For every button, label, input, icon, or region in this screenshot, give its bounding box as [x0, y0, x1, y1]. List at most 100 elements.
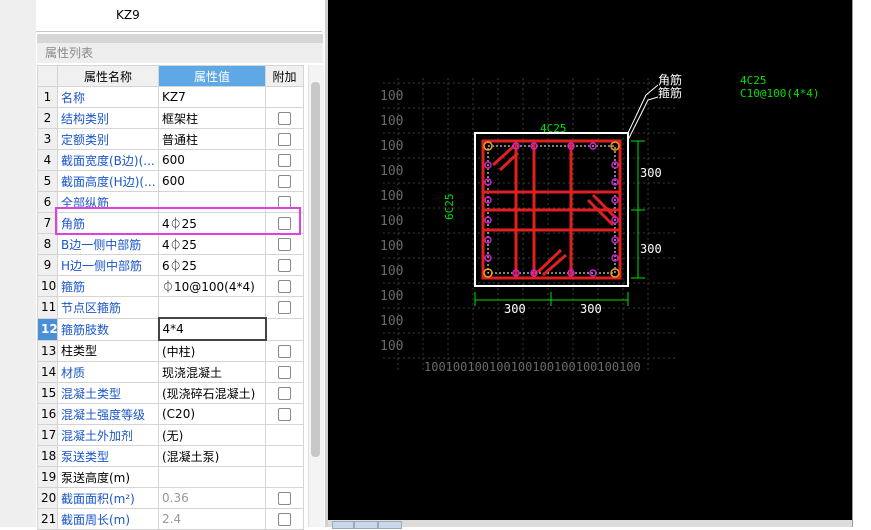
extra-cell[interactable]: [265, 233, 304, 255]
grid-label: 100: [380, 189, 403, 204]
property-value[interactable]: ⏀10@100(4*4): [158, 275, 266, 297]
table-row[interactable]: 4 截面宽度(B边)(... 600: [37, 149, 304, 171]
property-name: 箍筋: [57, 275, 159, 297]
property-value[interactable]: (混凝土泵): [158, 445, 266, 467]
extra-cell[interactable]: [265, 107, 304, 129]
table-row[interactable]: 14 材质 现浇混凝土: [37, 361, 304, 383]
extra-checkbox[interactable]: [278, 492, 291, 505]
row-number: 14: [37, 361, 58, 383]
property-name: H边一侧中部筋: [57, 254, 159, 276]
table-row[interactable]: 3 定额类别 普通柱: [37, 128, 304, 150]
grid-label: 100: [380, 339, 403, 354]
table-row[interactable]: 11 节点区箍筋: [37, 296, 304, 319]
table-row[interactable]: 16 混凝土强度等级 (C20): [37, 403, 304, 425]
extra-checkbox[interactable]: [278, 513, 291, 526]
table-row[interactable]: 8 B边一侧中部筋 4⏀25: [37, 233, 304, 255]
table-row[interactable]: 17 混凝土外加剂 (无): [37, 424, 304, 446]
extra-checkbox[interactable]: [278, 112, 291, 125]
property-value[interactable]: [158, 466, 266, 488]
scrollbar-thumb[interactable]: [311, 82, 320, 457]
canvas-bottom-bar: [328, 520, 852, 527]
panel-splitter[interactable]: [37, 34, 323, 43]
extra-cell[interactable]: [265, 339, 304, 362]
property-name: B边一侧中部筋: [57, 233, 159, 255]
view-tab-1[interactable]: [332, 521, 354, 529]
property-value[interactable]: 现浇混凝土: [158, 361, 266, 383]
property-value[interactable]: 0.36: [158, 487, 266, 509]
property-name: 截面周长(m): [57, 508, 159, 530]
table-row[interactable]: 13 柱类型 (中柱): [37, 339, 304, 362]
extra-cell[interactable]: [265, 424, 304, 446]
property-value[interactable]: (C20): [158, 403, 266, 425]
property-value[interactable]: (现浇碎石混凝土): [158, 382, 266, 404]
extra-cell[interactable]: [265, 403, 304, 425]
table-row[interactable]: 18 泵送类型 (混凝土泵): [37, 445, 304, 467]
header-extra[interactable]: 附加: [265, 65, 304, 87]
table-row[interactable]: 9 H边一侧中部筋 6⏀25: [37, 254, 304, 276]
extra-cell[interactable]: [265, 275, 304, 297]
property-value[interactable]: 2.4: [158, 508, 266, 530]
property-name: 名称: [57, 86, 159, 108]
component-name[interactable]: KZ9: [116, 8, 140, 22]
row-number: 9: [37, 254, 58, 276]
table-row[interactable]: 12 箍筋肢数 4*4: [37, 317, 304, 341]
property-table: 属性名称 属性值 附加 1 名称 KZ7 2 结构类别 框架柱 3 定额类别 普通柱 4 截面宽度(…: [37, 65, 304, 530]
property-value[interactable]: KZ7: [158, 86, 266, 108]
extra-cell[interactable]: [265, 86, 304, 108]
property-value[interactable]: 4*4: [157, 317, 267, 341]
leader-stirrup: [627, 96, 659, 141]
property-value[interactable]: (中柱): [158, 339, 266, 362]
property-value[interactable]: 普通柱: [158, 128, 266, 150]
header-name[interactable]: 属性名称: [57, 65, 159, 87]
extra-cell[interactable]: [265, 487, 304, 509]
property-value[interactable]: [158, 296, 266, 319]
extra-checkbox[interactable]: [278, 154, 291, 167]
property-value[interactable]: (无): [158, 424, 266, 446]
extra-cell[interactable]: [265, 254, 304, 276]
table-row[interactable]: 1 名称 KZ7: [37, 86, 304, 108]
table-row[interactable]: 5 截面高度(H边)(... 600: [37, 170, 304, 192]
extra-cell[interactable]: [265, 445, 304, 467]
extra-checkbox[interactable]: [278, 387, 291, 400]
table-row[interactable]: 19 泵送高度(m): [37, 466, 304, 488]
table-row[interactable]: 21 截面周长(m) 2.4: [37, 508, 304, 530]
drawing-canvas[interactable]: 100 100 100 100 100 100 100 100 100 100 100 角筋 箍筋 …: [328, 0, 852, 520]
component-list[interactable]: KZ9: [36, 0, 322, 32]
extra-checkbox[interactable]: [278, 301, 291, 315]
extra-checkbox[interactable]: [278, 408, 291, 421]
extra-checkbox[interactable]: [278, 366, 291, 379]
row-number: 12: [37, 317, 58, 341]
property-value[interactable]: 600: [158, 149, 266, 171]
extra-checkbox[interactable]: [278, 133, 291, 146]
extra-cell[interactable]: [265, 361, 304, 383]
extra-cell[interactable]: [265, 149, 304, 171]
dim-right-bottom: 300: [640, 242, 662, 256]
extra-checkbox[interactable]: [278, 259, 291, 272]
view-tab-2[interactable]: [354, 521, 378, 529]
extra-cell[interactable]: [265, 296, 304, 319]
extra-cell[interactable]: [265, 508, 304, 530]
property-value[interactable]: 6⏀25: [158, 254, 266, 276]
table-row[interactable]: 15 混凝土类型 (现浇碎石混凝土): [37, 382, 304, 404]
extra-cell[interactable]: [265, 128, 304, 150]
table-row[interactable]: 20 截面面积(m²) 0.36: [37, 487, 304, 509]
extra-cell[interactable]: [265, 317, 304, 341]
property-name: 箍筋肢数: [57, 317, 159, 341]
extra-checkbox[interactable]: [278, 344, 291, 358]
extra-cell[interactable]: [265, 170, 304, 192]
grid-label: 100: [380, 289, 403, 304]
extra-checkbox[interactable]: [278, 238, 291, 251]
extra-cell[interactable]: [265, 382, 304, 404]
row-number: 16: [37, 403, 58, 425]
table-row[interactable]: 2 结构类别 框架柱: [37, 107, 304, 129]
extra-checkbox[interactable]: [278, 175, 291, 188]
header-value[interactable]: 属性值: [158, 65, 266, 87]
extra-cell[interactable]: [265, 466, 304, 488]
table-row[interactable]: 10 箍筋 ⏀10@100(4*4): [37, 275, 304, 297]
view-tab-3[interactable]: [378, 521, 402, 529]
dim-bottom-left: 300: [504, 302, 526, 316]
property-value[interactable]: 4⏀25: [158, 233, 266, 255]
property-value[interactable]: 600: [158, 170, 266, 192]
extra-checkbox[interactable]: [278, 280, 291, 293]
property-value[interactable]: 框架柱: [158, 107, 266, 129]
